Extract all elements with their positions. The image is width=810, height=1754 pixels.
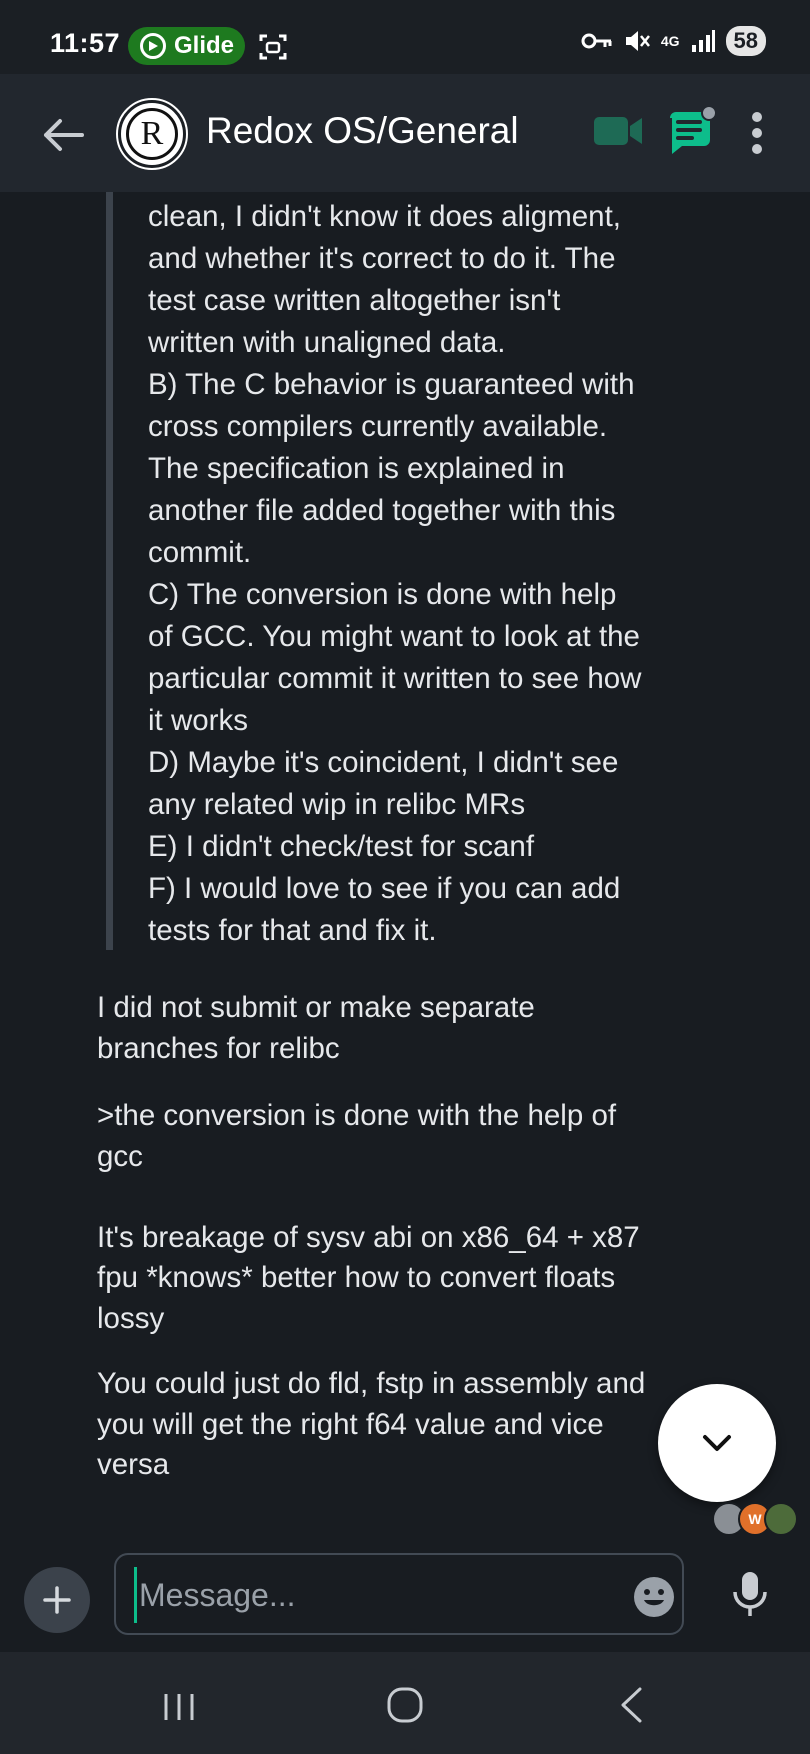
emoji-icon[interactable] bbox=[632, 1575, 676, 1619]
video-call-icon[interactable] bbox=[592, 114, 644, 148]
message-body: >the conversion is done with the help of… bbox=[97, 1099, 640, 1335]
message-composer[interactable] bbox=[114, 1553, 684, 1635]
message-body: You could just do fld, fstp in assembly … bbox=[97, 1367, 646, 1481]
home-icon[interactable] bbox=[386, 1686, 424, 1724]
room-title[interactable]: Redox OS/General bbox=[206, 110, 519, 152]
signal-icon bbox=[691, 30, 715, 52]
quote-bar bbox=[106, 192, 113, 950]
jump-to-bottom-button[interactable] bbox=[658, 1384, 776, 1502]
avatar-letter: R bbox=[126, 108, 178, 160]
nav-back-icon[interactable] bbox=[618, 1686, 644, 1724]
record-icon bbox=[140, 33, 166, 59]
add-attachment-button[interactable] bbox=[24, 1567, 90, 1633]
quoted-message: clean, I didn't know it does aligment, a… bbox=[148, 200, 642, 947]
vpn-key-icon bbox=[581, 33, 612, 49]
mute-icon bbox=[625, 31, 650, 51]
glide-label: Glide bbox=[174, 32, 235, 59]
receipt-avatar bbox=[764, 1502, 798, 1536]
glide-pill[interactable]: Glide bbox=[128, 27, 245, 65]
plus-icon bbox=[43, 1586, 71, 1614]
threads-icon[interactable] bbox=[666, 106, 716, 156]
room-avatar[interactable]: R bbox=[116, 98, 188, 170]
system-navigation-bar bbox=[0, 1652, 810, 1754]
back-arrow-icon[interactable] bbox=[38, 110, 88, 160]
message-body: I did not submit or make separate branch… bbox=[97, 991, 535, 1065]
chevron-down-icon bbox=[703, 1435, 731, 1451]
network-type: 4G bbox=[660, 33, 680, 49]
recents-icon[interactable] bbox=[162, 1692, 196, 1722]
more-options-icon[interactable] bbox=[750, 110, 764, 156]
status-icons: 4G 58 bbox=[581, 26, 766, 56]
screenshot-icon bbox=[259, 34, 287, 60]
room-header: R Redox OS/General bbox=[0, 74, 810, 192]
status-bar: 11:57 Glide 4G 58 bbox=[0, 0, 810, 74]
read-receipts[interactable]: W bbox=[712, 1502, 798, 1536]
microphone-icon[interactable] bbox=[730, 1570, 770, 1618]
battery-level: 58 bbox=[725, 26, 766, 56]
message-input[interactable] bbox=[134, 1567, 581, 1623]
status-time: 11:57 bbox=[50, 28, 121, 58]
